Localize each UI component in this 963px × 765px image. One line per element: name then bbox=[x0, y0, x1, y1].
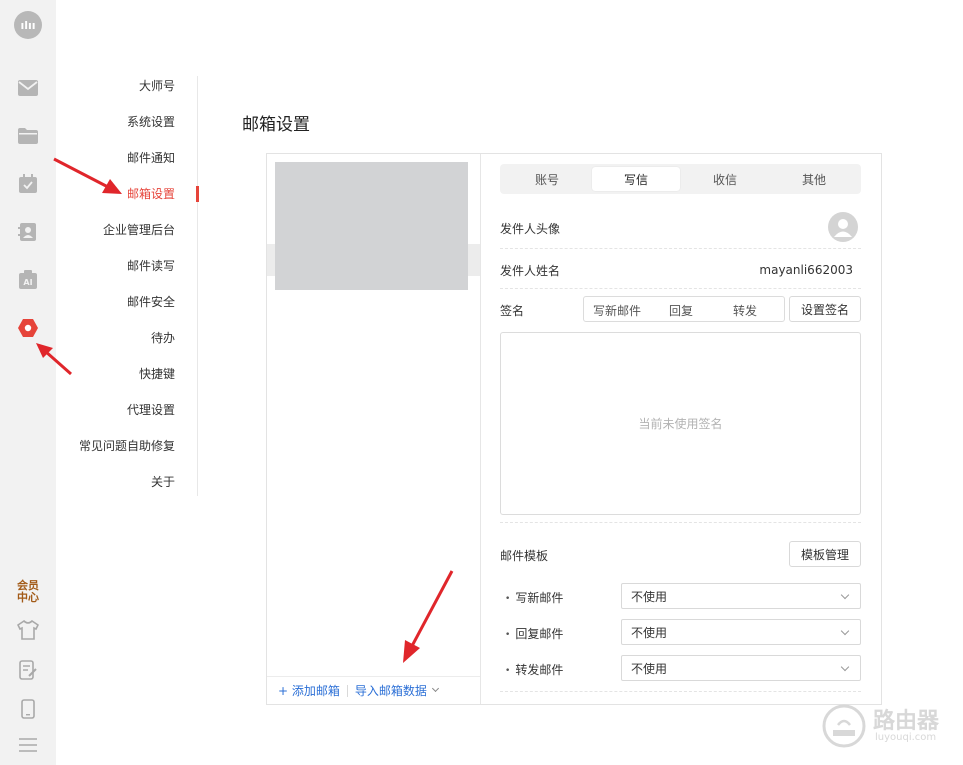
mail-icon[interactable] bbox=[17, 77, 39, 99]
chevron-down-icon[interactable] bbox=[431, 684, 439, 693]
tab-receive[interactable]: 收信 bbox=[681, 167, 769, 191]
left-rail: ılıı AI 会员 中心 bbox=[0, 0, 56, 765]
tab-compose[interactable]: 写信 bbox=[592, 167, 680, 191]
row-divider bbox=[500, 691, 861, 692]
note-edit-icon[interactable] bbox=[17, 659, 39, 681]
nav-item-mail-notification[interactable]: 邮件通知 bbox=[127, 149, 175, 166]
ai-icon[interactable]: AI bbox=[17, 269, 39, 291]
template-label: 邮件模板 bbox=[500, 549, 549, 563]
app-logo[interactable]: ılıı bbox=[14, 11, 42, 39]
sender-avatar-label: 发件人头像 bbox=[500, 222, 561, 236]
chevron-down-icon bbox=[840, 590, 850, 600]
signature-empty-text: 当前未使用签名 bbox=[638, 417, 723, 431]
nav-item-read-write[interactable]: 邮件读写 bbox=[127, 257, 175, 274]
set-signature-button[interactable]: 设置签名 bbox=[789, 296, 861, 322]
signature-scope-reply[interactable]: 回复 bbox=[669, 302, 693, 319]
contacts-icon[interactable] bbox=[17, 221, 39, 243]
settings-panel: + 添加邮箱 导入邮箱数据 账号 写信 收信 其他 发件人头像 发件人姓名 ma… bbox=[266, 153, 882, 705]
template-reply-select[interactable]: 不使用 bbox=[621, 619, 861, 645]
sender-name-label: 发件人姓名 bbox=[500, 264, 561, 278]
page-title: 邮箱设置 bbox=[242, 115, 310, 135]
nav-item-todo[interactable]: 待办 bbox=[151, 329, 175, 346]
template-manage-button[interactable]: 模板管理 bbox=[789, 541, 861, 567]
watermark-subtitle: luyouqi.com bbox=[875, 732, 937, 743]
signature-preview: 当前未使用签名 bbox=[500, 332, 861, 515]
sender-name-value[interactable]: mayanli662003 bbox=[759, 263, 853, 277]
account-list-footer: + 添加邮箱 导入邮箱数据 bbox=[267, 676, 480, 704]
row-divider bbox=[500, 288, 861, 289]
template-new-label: 写新邮件 bbox=[505, 589, 563, 606]
menu-icon[interactable] bbox=[17, 734, 39, 756]
row-divider bbox=[500, 522, 861, 523]
ai-icon-text: AI bbox=[23, 278, 32, 287]
signature-scope-switch: 写新邮件 回复 转发 bbox=[583, 296, 785, 322]
signature-scope-forward[interactable]: 转发 bbox=[733, 302, 757, 319]
signature-scope-new[interactable]: 写新邮件 bbox=[593, 302, 641, 319]
nav-item-system-settings[interactable]: 系统设置 bbox=[127, 113, 175, 130]
nav-item-enterprise-admin[interactable]: 企业管理后台 bbox=[103, 221, 175, 238]
add-mailbox-link[interactable]: + 添加邮箱 bbox=[278, 682, 340, 699]
import-mailbox-data-link[interactable]: 导入邮箱数据 bbox=[355, 682, 427, 699]
row-divider bbox=[500, 248, 861, 249]
template-reply-value: 不使用 bbox=[631, 625, 668, 640]
chevron-down-icon bbox=[840, 626, 850, 636]
router-logo-icon bbox=[822, 704, 866, 748]
nav-item-self-repair[interactable]: 常见问题自助修复 bbox=[79, 437, 175, 454]
account-list: + 添加邮箱 导入邮箱数据 bbox=[267, 154, 481, 704]
phone-icon[interactable] bbox=[17, 698, 39, 720]
tab-account[interactable]: 账号 bbox=[503, 167, 591, 191]
template-reply-label: 回复邮件 bbox=[505, 625, 563, 642]
settings-tabs: 账号 写信 收信 其他 bbox=[500, 164, 861, 194]
account-redacted-block bbox=[275, 162, 468, 290]
nav-item-master[interactable]: 大师号 bbox=[139, 77, 175, 94]
nav-item-shortcuts[interactable]: 快捷键 bbox=[139, 365, 175, 382]
nav-item-mailbox-settings[interactable]: 邮箱设置 bbox=[127, 185, 175, 202]
calendar-icon[interactable] bbox=[17, 173, 39, 195]
nav-item-proxy[interactable]: 代理设置 bbox=[127, 401, 175, 418]
nav-active-marker bbox=[196, 186, 199, 202]
watermark: 路由器 luyouqi.com bbox=[821, 701, 961, 751]
settings-icon[interactable] bbox=[17, 317, 39, 339]
avatar[interactable] bbox=[828, 212, 858, 242]
shirt-icon[interactable] bbox=[17, 619, 39, 641]
folder-icon[interactable] bbox=[17, 125, 39, 147]
footer-divider bbox=[346, 684, 348, 697]
member-center-line2: 中心 bbox=[17, 591, 39, 604]
nav-item-mail-security[interactable]: 邮件安全 bbox=[127, 293, 175, 310]
settings-nav: 大师号 系统设置 邮件通知 邮箱设置 企业管理后台 邮件读写 邮件安全 待办 快… bbox=[56, 76, 199, 496]
tab-other[interactable]: 其他 bbox=[770, 167, 858, 191]
signature-label: 签名 bbox=[500, 304, 525, 318]
template-new-value: 不使用 bbox=[631, 589, 668, 604]
template-forward-label: 转发邮件 bbox=[505, 661, 563, 678]
template-forward-value: 不使用 bbox=[631, 661, 668, 676]
watermark-title: 路由器 bbox=[873, 709, 940, 734]
template-forward-select[interactable]: 不使用 bbox=[621, 655, 861, 681]
member-center[interactable]: 会员 中心 bbox=[14, 580, 42, 604]
template-new-select[interactable]: 不使用 bbox=[621, 583, 861, 609]
nav-item-about[interactable]: 关于 bbox=[151, 473, 175, 490]
chevron-down-icon bbox=[840, 662, 850, 672]
